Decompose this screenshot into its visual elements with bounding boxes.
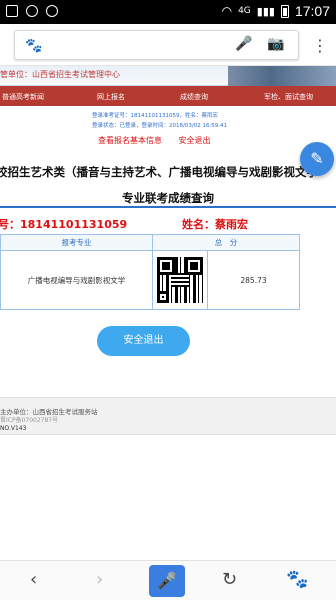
qr-code-cell [152, 250, 208, 310]
address-bar[interactable]: 🐾 🎤 📷 [14, 30, 299, 60]
major-cell: 广播电视编导与戏剧影视文学 [0, 250, 153, 310]
browser-toolbar: 🐾 🎤 📷 ⋮ [0, 24, 336, 66]
nav-item-interview-query[interactable]: 军检、面试查询 [264, 92, 313, 102]
microphone-icon: 🎤 [157, 571, 177, 590]
nav-item-registration[interactable]: 网上报名 [97, 92, 125, 102]
header-total-score: 总 分 [152, 233, 300, 252]
qr-code-image [157, 257, 203, 304]
back-arrow-icon[interactable]: ‹ [30, 569, 37, 590]
voice-search-button[interactable]: 🎤 [149, 565, 185, 597]
candidate-name: 姓名：蔡雨宏 [182, 218, 248, 231]
alert-icon [6, 5, 18, 17]
floating-brush-button[interactable]: ✎ [300, 142, 334, 176]
safe-exit-link[interactable]: 安全退出 [179, 136, 211, 145]
forward-arrow-icon[interactable]: › [96, 569, 103, 590]
nav-item-news[interactable]: 普通高考新闻 [2, 92, 44, 102]
baidu-paw-icon: 🐾 [25, 38, 43, 54]
view-basic-info-link[interactable]: 查看报名基本信息 [98, 136, 162, 145]
page-title: 校招生艺术类（播音与主持艺术、广播电视编导与戏剧影视文学 专业联考成绩查询 [0, 150, 336, 208]
brush-icon: ✎ [310, 149, 324, 168]
more-vertical-icon[interactable]: ⋮ [312, 36, 328, 55]
header-major: 报考专业 [0, 233, 153, 252]
exam-id: 号：18141101131059 [0, 218, 128, 231]
table-row: 广播电视编导与戏剧影视文学 285.73 [0, 250, 300, 310]
site-footer: 主办单位：山西省招生考试服务站 晋ICP备07002787号 NO.V143 [0, 397, 336, 435]
microphone-icon[interactable]: 🎤 [235, 36, 252, 52]
wifi-icon: ◠ [221, 4, 233, 18]
footer-version: NO.V143 [0, 425, 27, 432]
host-label: 管单位：山西省招生考试管理中心 [0, 70, 120, 79]
login-status-line: 登录状态：已登录，登录时间：2018/03/02 16:59:41 [92, 123, 228, 129]
building-banner-image [228, 66, 336, 86]
score-table: 报考专业 总 分 广播电视编导与戏剧影视文学 285.73 [0, 233, 300, 310]
battery-icon [280, 4, 289, 18]
candidate-row: 号：18141101131059 姓名：蔡雨宏 [0, 212, 336, 234]
camera-icon[interactable]: 📷 [267, 36, 284, 52]
baidu-paw-icon[interactable]: 🐾 [286, 569, 308, 590]
safe-exit-button[interactable]: 安全退出 [97, 326, 190, 356]
page-title-line1: 校招生艺术类（播音与主持艺术、广播电视编导与戏剧影视文学 [0, 165, 318, 179]
browser-bottom-bar: ‹ › 🎤 ↻ 🐾 [0, 560, 336, 600]
login-info: 登录准考证号：18141101131059，姓名：蔡雨宏 登录状态：已登录，登录… [0, 106, 336, 150]
score-cell: 285.73 [207, 250, 300, 310]
signal-icon: ▮▮▮ [256, 4, 275, 18]
status-bar: ◠ 4G ▮▮▮ 17:07 [0, 0, 336, 24]
login-id-line: 登录准考证号：18141101131059，姓名：蔡雨宏 [92, 113, 218, 119]
site-header: 管单位：山西省招生考试管理中心 [0, 66, 336, 86]
site-nav: 普通高考新闻 网上报名 成绩查询 军检、面试查询 [0, 86, 336, 106]
footer-icp: 晋ICP备07002787号 [0, 417, 59, 424]
page-title-line2: 专业联考成绩查询 [122, 191, 214, 205]
clock-time: 17:07 [294, 3, 330, 19]
circle-icon [26, 5, 38, 17]
nav-item-score-query[interactable]: 成绩查询 [180, 92, 208, 102]
clock-icon [46, 5, 58, 17]
refresh-icon[interactable]: ↻ [222, 569, 237, 590]
network-type: 4G [238, 6, 251, 16]
